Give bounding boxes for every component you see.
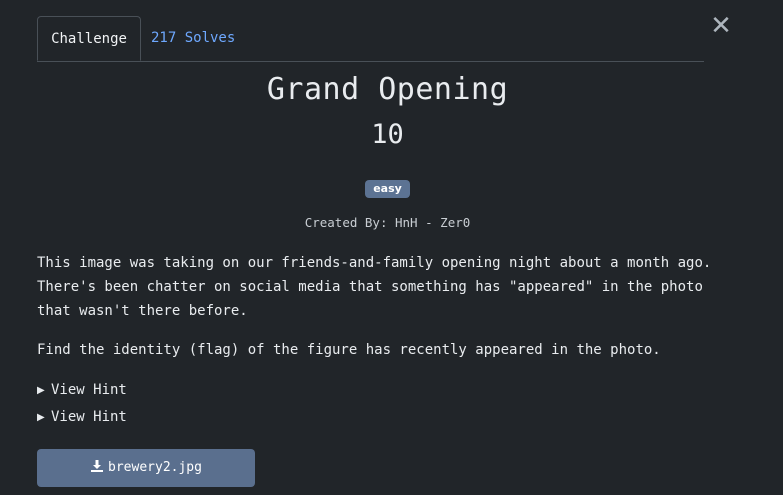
disclosure-triangle-icon: ▶ xyxy=(37,385,45,396)
tag-container: easy xyxy=(0,177,775,198)
challenge-title: Grand Opening xyxy=(266,72,509,107)
challenge-instruction: Find the identity (flag) of the figure h… xyxy=(37,342,661,358)
tab-challenge[interactable]: Challenge xyxy=(37,16,141,61)
challenge-author: Created By: HnH - Zer0 xyxy=(304,215,471,230)
view-hint-2[interactable]: ▶ View Hint xyxy=(37,409,127,425)
challenge-tabs: Challenge 217 Solves xyxy=(37,16,704,62)
challenge-points: 10 xyxy=(371,119,404,150)
download-icon xyxy=(91,460,104,472)
close-icon[interactable]: ✕ xyxy=(709,13,733,39)
hint-label: View Hint xyxy=(51,382,127,398)
challenge-modal: Challenge 217 Solves ✕ Grand Opening 10 … xyxy=(0,0,783,495)
view-hint-1[interactable]: ▶ View Hint xyxy=(37,382,127,398)
hint-label: View Hint xyxy=(51,409,127,425)
tab-solves[interactable]: 217 Solves xyxy=(141,16,245,61)
challenge-description: This image was taking on our friends-and… xyxy=(37,255,712,319)
difficulty-badge: easy xyxy=(365,180,410,198)
disclosure-triangle-icon: ▶ xyxy=(37,412,45,423)
download-file-button[interactable]: brewery2.jpg xyxy=(37,449,255,487)
file-name: brewery2.jpg xyxy=(108,460,202,475)
